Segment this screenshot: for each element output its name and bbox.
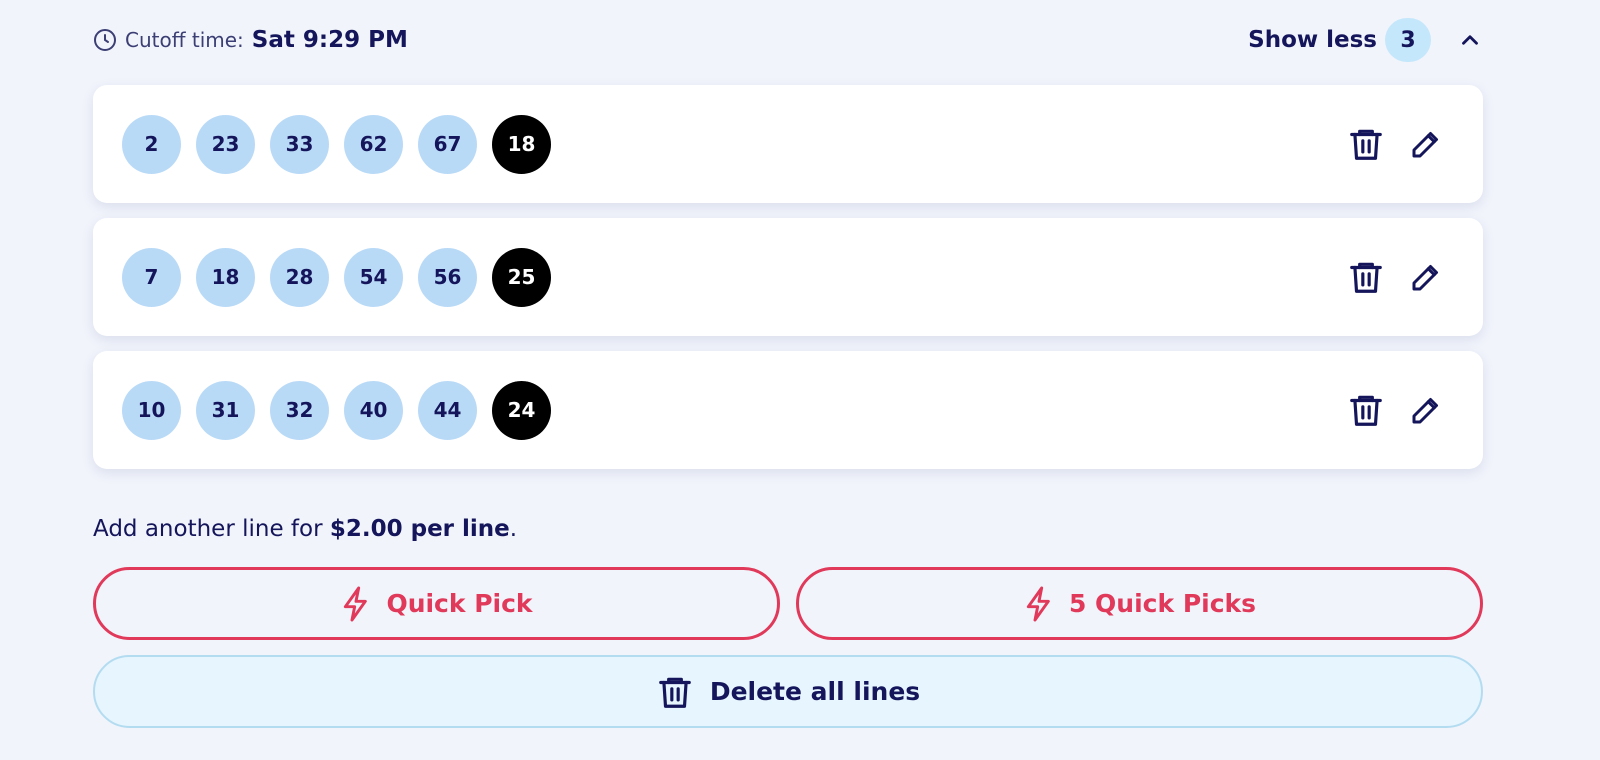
quick-pick-label: Quick Pick xyxy=(386,589,533,618)
delete-line-button[interactable] xyxy=(1347,125,1385,163)
ticket-line-2: 7 18 28 54 56 25 xyxy=(93,218,1483,336)
number-ball: 18 xyxy=(196,247,255,307)
trash-icon xyxy=(1350,395,1382,426)
trash-icon xyxy=(658,677,691,708)
number-ball: 7 xyxy=(122,247,181,307)
bonus-ball: 18 xyxy=(492,114,551,174)
edit-line-button[interactable] xyxy=(1407,125,1445,163)
delete-all-label: Delete all lines xyxy=(709,677,921,706)
five-quick-picks-button[interactable]: 5 Quick Picks xyxy=(796,567,1483,640)
line-actions xyxy=(1347,351,1445,469)
lightning-icon xyxy=(344,586,368,621)
bonus-ball: 24 xyxy=(492,380,551,440)
lightning-icon xyxy=(1026,586,1050,621)
number-ball: 2 xyxy=(122,114,181,174)
number-ball: 28 xyxy=(270,247,329,307)
price-per-line: $2.00 per line xyxy=(329,516,510,542)
number-ball: 62 xyxy=(344,114,403,174)
show-less-label[interactable]: Show less xyxy=(1248,27,1377,53)
trash-icon xyxy=(1350,262,1382,293)
price-note: Add another line for $2.00 per line. xyxy=(93,516,517,542)
edit-line-button[interactable] xyxy=(1407,258,1445,296)
number-ball: 40 xyxy=(344,380,403,440)
number-balls: 10 31 32 40 44 24 xyxy=(122,380,551,440)
show-less-toggle[interactable]: Show less 3 xyxy=(1248,18,1483,62)
pencil-icon xyxy=(1412,265,1438,291)
chevron-up-icon[interactable] xyxy=(1457,27,1483,53)
edit-line-button[interactable] xyxy=(1407,391,1445,429)
number-ball: 33 xyxy=(270,114,329,174)
delete-all-lines-button[interactable]: Delete all lines xyxy=(93,655,1483,728)
trash-icon xyxy=(1350,129,1382,160)
five-quick-picks-label: 5 Quick Picks xyxy=(1068,589,1257,618)
number-ball: 67 xyxy=(418,114,477,174)
bonus-ball: 25 xyxy=(492,247,551,307)
delete-line-button[interactable] xyxy=(1347,391,1385,429)
quick-pick-button[interactable]: Quick Pick xyxy=(93,567,780,640)
number-balls: 7 18 28 54 56 25 xyxy=(122,247,551,307)
delete-line-button[interactable] xyxy=(1347,258,1385,296)
number-ball: 31 xyxy=(196,380,255,440)
clock-icon xyxy=(93,28,117,52)
cutoff-value: Sat 9:29 PM xyxy=(251,27,408,53)
number-ball: 32 xyxy=(270,380,329,440)
pencil-icon xyxy=(1412,398,1438,424)
number-ball: 23 xyxy=(196,114,255,174)
line-actions xyxy=(1347,85,1445,203)
number-ball: 10 xyxy=(122,380,181,440)
line-actions xyxy=(1347,218,1445,336)
ticket-header: Cutoff time: Sat 9:29 PM Show less 3 xyxy=(93,18,1483,62)
ticket-line-3: 10 31 32 40 44 24 xyxy=(93,351,1483,469)
price-note-prefix: Add another line for xyxy=(93,516,330,542)
number-ball: 56 xyxy=(418,247,477,307)
ticket-line-1: 2 23 33 62 67 18 xyxy=(93,85,1483,203)
number-ball: 44 xyxy=(418,380,477,440)
cutoff-time: Cutoff time: Sat 9:29 PM xyxy=(93,27,408,53)
number-balls: 2 23 33 62 67 18 xyxy=(122,114,551,174)
pencil-icon xyxy=(1412,132,1438,158)
cutoff-label: Cutoff time: xyxy=(125,28,244,52)
price-note-suffix: . xyxy=(509,516,518,542)
line-count-badge: 3 xyxy=(1385,18,1431,62)
number-ball: 54 xyxy=(344,247,403,307)
